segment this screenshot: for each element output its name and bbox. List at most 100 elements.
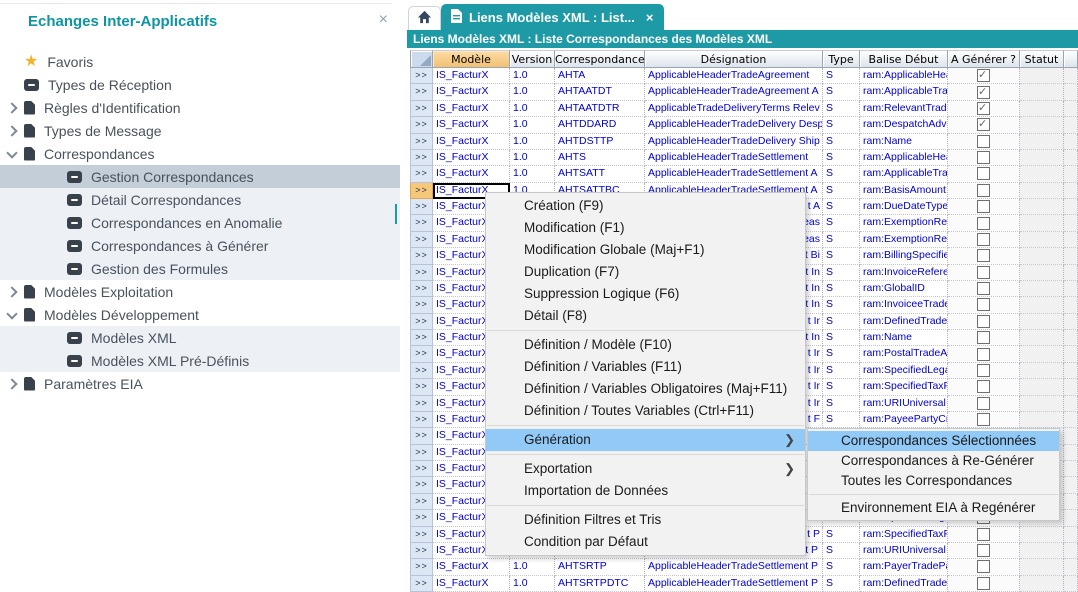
cell-type[interactable]: S bbox=[823, 101, 860, 117]
menu-item-exportation[interactable]: Exportation❯ bbox=[486, 458, 805, 480]
menu-item-definition-filtres-et-tris[interactable]: Définition Filtres et Tris bbox=[486, 509, 805, 531]
a-generer-checkbox[interactable] bbox=[977, 298, 990, 311]
sidebar-item-modeles-developpement[interactable]: Modèles Développement bbox=[0, 303, 400, 326]
row-open-button[interactable]: >> bbox=[410, 461, 433, 477]
cell-correspondance[interactable]: AHTSRTPDTC bbox=[555, 576, 645, 592]
cell-version[interactable]: 1.0 bbox=[510, 559, 555, 575]
cell-modele[interactable]: IS_FacturX bbox=[433, 68, 510, 84]
cell-balise-debut[interactable]: ram:ApplicableHea bbox=[860, 68, 948, 84]
menu-item-toutes-les-correspondances[interactable]: Toutes les Correspondances bbox=[808, 471, 1059, 491]
chevron-right-icon[interactable] bbox=[6, 378, 17, 389]
cell-type[interactable]: S bbox=[823, 117, 860, 133]
cell-type[interactable]: S bbox=[823, 330, 860, 346]
cell-correspondance[interactable]: AHTDDARD bbox=[555, 117, 645, 133]
row-open-button[interactable]: >> bbox=[410, 428, 433, 444]
cell-type[interactable]: S bbox=[823, 150, 860, 166]
column-header-correspondance[interactable]: Correspondance bbox=[555, 50, 645, 68]
a-generer-checkbox[interactable] bbox=[977, 413, 990, 426]
row-open-button[interactable]: >> bbox=[410, 314, 433, 330]
row-open-button[interactable]: >> bbox=[410, 134, 433, 150]
cell-balise-debut[interactable]: ram:SpecifiedLega bbox=[860, 363, 948, 379]
menu-item-definition-toutes-variables-ctrl-f11[interactable]: Définition / Toutes Variables (Ctrl+F11) bbox=[486, 400, 805, 422]
a-generer-checkbox[interactable] bbox=[977, 151, 990, 164]
cell-type[interactable]: S bbox=[823, 297, 860, 313]
cell-type[interactable]: S bbox=[823, 576, 860, 592]
cell-balise-debut[interactable]: ram:PayerTradePa bbox=[860, 559, 948, 575]
cell-balise-debut[interactable]: ram:ApplicableTra bbox=[860, 84, 948, 100]
cell-balise-debut[interactable]: ram:URIUniversal bbox=[860, 543, 948, 559]
column-header-designation[interactable]: Désignation bbox=[645, 50, 823, 68]
a-generer-checkbox[interactable] bbox=[977, 397, 990, 410]
sidebar-item-modeles-xml[interactable]: Modèles XML bbox=[0, 326, 400, 349]
cell-version[interactable]: 1.0 bbox=[510, 117, 555, 133]
row-open-button[interactable]: >> bbox=[410, 215, 433, 231]
sidebar-item-regles-d-identification[interactable]: Règles d'Identification bbox=[0, 96, 400, 119]
select-all-header[interactable] bbox=[410, 50, 433, 68]
column-header-version[interactable]: Version bbox=[510, 50, 555, 68]
column-header-balise-debut[interactable]: Balise Début bbox=[860, 50, 948, 68]
row-open-button[interactable]: >> bbox=[410, 68, 433, 84]
tab-home[interactable] bbox=[408, 6, 441, 31]
cell-balise-debut[interactable]: ram:InvoiceeTrade bbox=[860, 297, 948, 313]
a-generer-checkbox[interactable] bbox=[977, 217, 990, 230]
cell-designation[interactable]: ApplicableHeaderTradeSettlement P bbox=[645, 559, 823, 575]
menu-item-generation[interactable]: Génération❯ bbox=[486, 429, 805, 451]
cell-balise-debut[interactable]: ram:URIUniversal bbox=[860, 396, 948, 412]
row-open-button[interactable]: >> bbox=[410, 199, 433, 215]
cell-designation[interactable]: ApplicableHeaderTradeSettlement A bbox=[645, 166, 823, 182]
chevron-right-icon[interactable] bbox=[6, 286, 17, 297]
cell-type[interactable]: S bbox=[823, 215, 860, 231]
row-open-button[interactable]: >> bbox=[410, 166, 433, 182]
cell-modele[interactable]: IS_FacturX bbox=[433, 134, 510, 150]
cell-designation[interactable]: ApplicableHeaderTradeSettlement P bbox=[645, 576, 823, 592]
a-generer-checkbox[interactable] bbox=[977, 380, 990, 393]
menu-item-creation-f9[interactable]: Création (F9) bbox=[486, 195, 805, 217]
a-generer-checkbox[interactable] bbox=[977, 560, 990, 573]
cell-designation[interactable]: ApplicableHeaderTradeDelivery Ship bbox=[645, 134, 823, 150]
column-header-type[interactable]: Type bbox=[823, 50, 860, 68]
row-open-button[interactable]: >> bbox=[410, 543, 433, 559]
a-generer-checkbox[interactable] bbox=[977, 331, 990, 344]
row-open-button[interactable]: >> bbox=[410, 379, 433, 395]
row-open-button[interactable]: >> bbox=[410, 445, 433, 461]
menu-item-modification-f1[interactable]: Modification (F1) bbox=[486, 217, 805, 239]
column-header-a-generer[interactable]: A Générer ? bbox=[948, 50, 1020, 68]
cell-type[interactable]: S bbox=[823, 412, 860, 428]
cell-balise-debut[interactable]: ram:DefinedTrade bbox=[860, 314, 948, 330]
sidebar-item-correspondances-a-generer[interactable]: Correspondances à Générer bbox=[0, 234, 400, 257]
sidebar-item-correspondances-en-anomalie[interactable]: Correspondances en Anomalie bbox=[0, 211, 400, 234]
close-icon[interactable]: × bbox=[646, 10, 654, 25]
cell-balise-debut[interactable]: ram:InvoiceRefere bbox=[860, 265, 948, 281]
cell-correspondance[interactable]: AHTS bbox=[555, 150, 645, 166]
row-open-button[interactable]: >> bbox=[410, 527, 433, 543]
sidebar-item-modeles-exploitation[interactable]: Modèles Exploitation bbox=[0, 280, 400, 303]
a-generer-checkbox[interactable] bbox=[977, 577, 990, 590]
cell-balise-debut[interactable]: ram:DespatchAdv bbox=[860, 117, 948, 133]
cell-balise-debut[interactable]: ram:SpecifiedTaxF bbox=[860, 379, 948, 395]
cell-balise-debut[interactable]: ram:ExemptionRea bbox=[860, 232, 948, 248]
cell-type[interactable]: S bbox=[823, 396, 860, 412]
row-open-button[interactable]: >> bbox=[410, 396, 433, 412]
cell-correspondance[interactable]: AHTA bbox=[555, 68, 645, 84]
close-icon[interactable]: × bbox=[379, 11, 388, 29]
cell-type[interactable]: S bbox=[823, 199, 860, 215]
cell-correspondance[interactable]: AHTAATDT bbox=[555, 84, 645, 100]
chevron-down-icon[interactable] bbox=[6, 147, 17, 158]
sidebar-item-types-de-reception[interactable]: Types de Réception bbox=[0, 73, 400, 96]
chevron-right-icon[interactable] bbox=[6, 125, 17, 136]
cell-type[interactable]: S bbox=[823, 68, 860, 84]
row-open-button[interactable]: >> bbox=[410, 559, 433, 575]
cell-balise-debut[interactable]: ram:SpecifiedTaxF bbox=[860, 527, 948, 543]
menu-item-definition-variables-obligatoires-maj-f11[interactable]: Définition / Variables Obligatoires (Maj… bbox=[486, 378, 805, 400]
a-generer-checkbox[interactable] bbox=[977, 266, 990, 279]
row-open-button[interactable]: >> bbox=[410, 477, 433, 493]
a-generer-checkbox[interactable] bbox=[977, 249, 990, 262]
row-open-button[interactable]: >> bbox=[410, 265, 433, 281]
cell-correspondance[interactable]: AHTSATT bbox=[555, 166, 645, 182]
row-open-button[interactable]: >> bbox=[410, 346, 433, 362]
cell-type[interactable]: S bbox=[823, 84, 860, 100]
menu-item-condition-par-defaut[interactable]: Condition par Défaut bbox=[486, 531, 805, 553]
cell-type[interactable]: S bbox=[823, 232, 860, 248]
sidebar-item-parametres-eia[interactable]: Paramètres EIA bbox=[0, 372, 400, 395]
a-generer-checkbox[interactable] bbox=[977, 135, 990, 148]
